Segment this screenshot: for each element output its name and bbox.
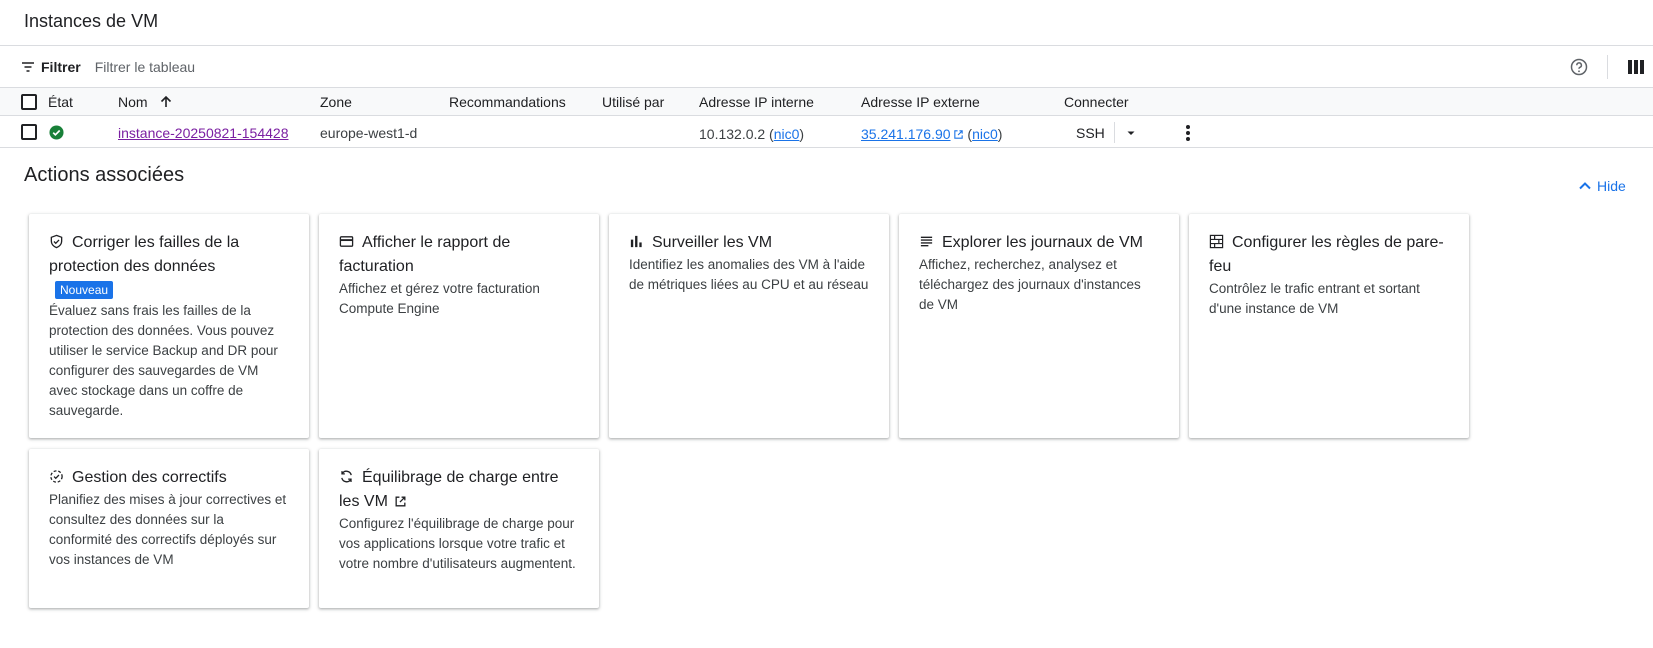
table-row: instance-20250821-154428 europe-west1-d … [0,117,1653,148]
action-card-monitoring[interactable]: Surveiller les VM Identifiez les anomali… [609,214,889,438]
card-description: Configurez l'équilibrage de charge pour … [339,516,576,571]
caret-down-icon[interactable] [1125,127,1137,139]
instance-name-link[interactable]: instance-20250821-154428 [118,125,288,141]
bar-chart-icon [630,235,642,248]
ssh-divider [1114,122,1115,143]
card-title: Explorer les journaux de VM [942,234,1143,251]
row-checkbox[interactable] [21,124,37,140]
more-vert-icon[interactable] [1182,123,1194,143]
action-card-billing[interactable]: Afficher le rapport de facturation Affic… [319,214,599,438]
filter-label: Filtrer [41,59,81,75]
ssh-button[interactable]: SSH [1076,125,1105,141]
internal-ip: 10.132.0.2 [699,126,766,142]
card-description: Affichez et gérez votre facturation Comp… [339,281,540,316]
card-description: Planifiez des mises à jour correctives e… [49,492,287,567]
shield-check-icon [50,234,63,249]
card-description: Évaluez sans frais les failles de la pro… [49,303,278,418]
column-used-by[interactable]: Utilisé par [602,94,664,110]
column-display-icon[interactable] [1627,58,1645,76]
action-card-firewall[interactable]: Configurer les règles de pare-feu Contrô… [1189,214,1469,438]
action-card-logs[interactable]: Explorer les journaux de VM Affichez, re… [899,214,1179,438]
column-external-ip[interactable]: Adresse IP externe [861,94,980,110]
card-title: Corriger les failles de la protection de… [49,234,240,275]
related-actions-title: Actions associées [24,164,185,186]
toolbar-divider [1607,55,1608,79]
filter-bar: Filtrer [0,47,1653,87]
external-link-icon [395,496,406,507]
filter-input[interactable] [94,59,695,75]
column-zone[interactable]: Zone [320,94,352,110]
action-card-patch-management[interactable]: Gestion des correctifs Planifiez des mis… [29,449,309,608]
column-name-label: Nom [118,94,148,110]
card-title: Afficher le rapport de facturation [339,234,511,275]
help-icon[interactable] [1569,57,1589,77]
card-description: Identifiez les anomalies des VM à l'aide… [629,257,869,292]
load-balancing-icon [341,470,352,483]
table-header: État Nom Zone Recommandations Utilisé pa… [0,88,1653,116]
hide-button[interactable]: Hide [1577,178,1626,194]
external-nic-link[interactable]: nic0 [972,126,998,142]
action-card-data-protection[interactable]: Corriger les failles de la protection de… [29,214,309,438]
logs-list-icon [920,236,933,247]
hide-label: Hide [1597,178,1626,194]
check-circle-icon [49,125,64,140]
select-all-checkbox[interactable] [21,94,37,110]
billing-card-icon [339,236,354,247]
external-ip-cell: 35.241.176.90 (nic0) [861,126,1003,142]
internal-ip-cell: 10.132.0.2 (nic0) [699,126,805,142]
card-title: Gestion des correctifs [72,469,227,486]
column-connect: Connecter [1064,94,1129,110]
filter-icon [22,62,34,72]
patch-icon [50,470,63,483]
chevron-up-icon [1579,182,1591,190]
external-link-icon[interactable] [953,129,964,140]
card-title: Surveiller les VM [652,234,773,251]
new-badge: Nouveau [55,281,114,299]
arrow-up-icon [161,95,172,107]
card-description: Affichez, recherchez, analysez et téléch… [919,257,1141,312]
header-divider [0,45,1653,46]
column-recommendations[interactable]: Recommandations [449,94,566,110]
external-ip-link[interactable]: 35.241.176.90 [861,126,951,142]
card-title: Équilibrage de charge entre les VM [339,469,559,510]
card-description: Contrôlez le trafic entrant et sortant d… [1209,281,1420,316]
internal-nic-link[interactable]: nic0 [774,126,800,142]
card-title: Configurer les règles de pare-feu [1209,234,1444,275]
firewall-icon [1209,234,1224,249]
filter-button[interactable]: Filtrer [20,59,81,75]
action-card-load-balancing[interactable]: Équilibrage de charge entre les VM Confi… [319,449,599,608]
column-internal-ip[interactable]: Adresse IP interne [699,94,814,110]
page-title: Instances de VM [24,11,159,31]
column-name[interactable]: Nom [118,94,173,110]
instance-zone: europe-west1-d [320,125,418,141]
column-status[interactable]: État [48,94,73,110]
